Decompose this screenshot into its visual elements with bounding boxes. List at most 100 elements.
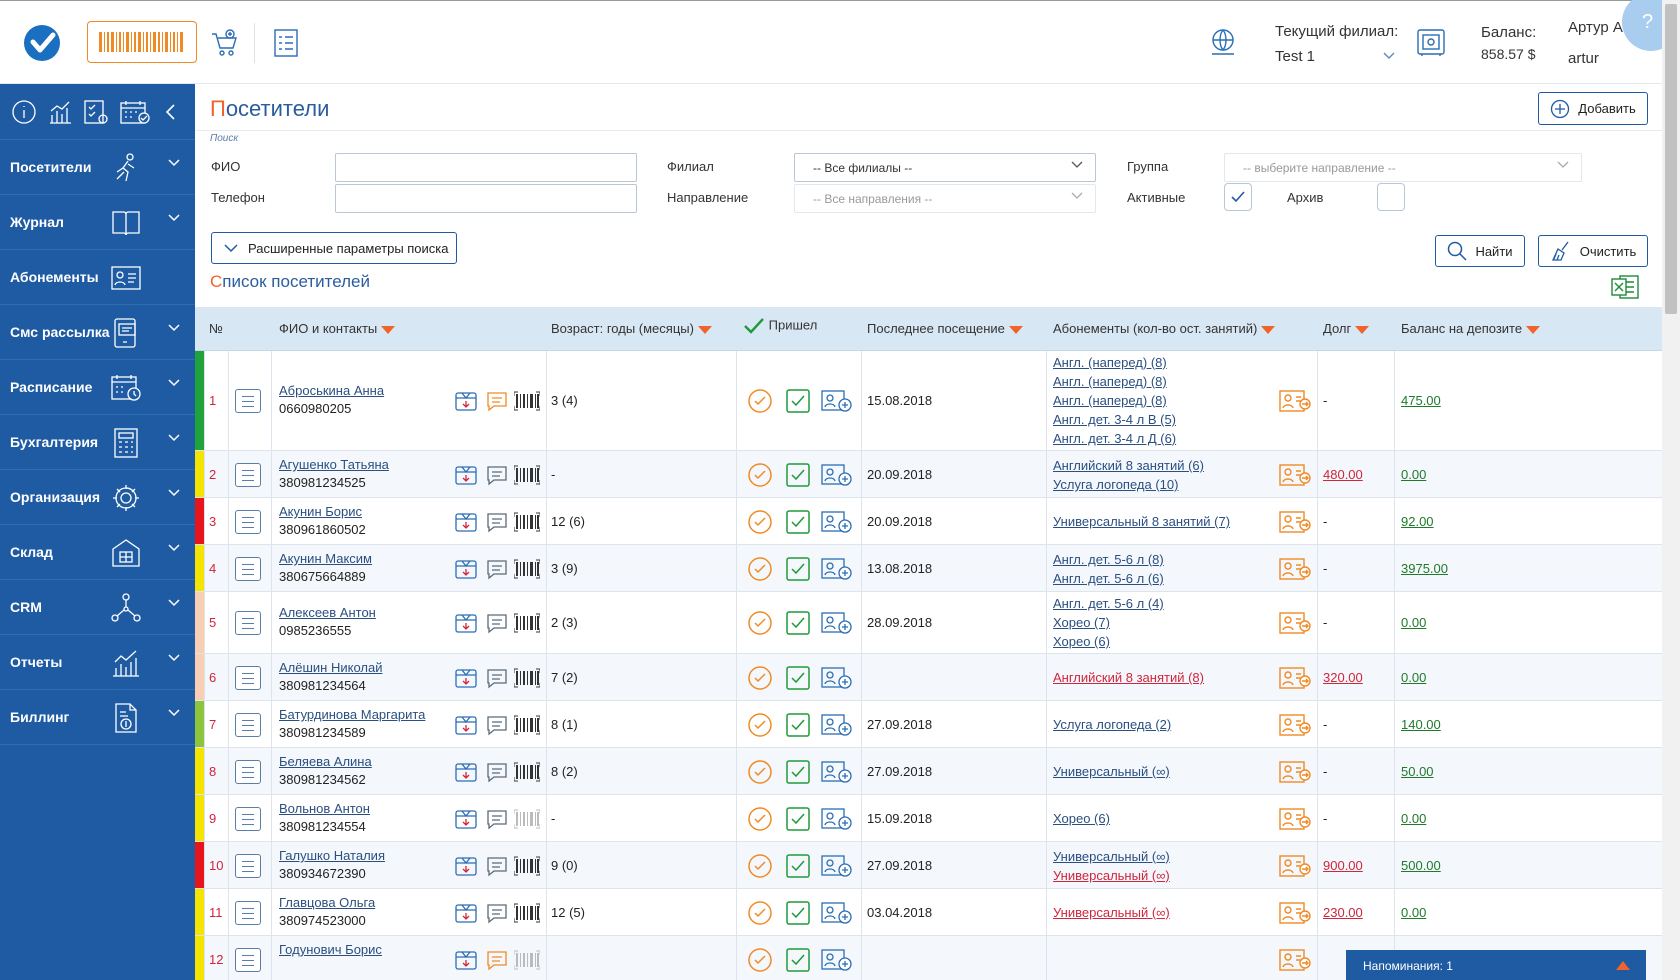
- table-row[interactable]: 11 Главцова Ольга 380974523000 12 (5) 03.04.…: [195, 889, 1662, 936]
- message-icon[interactable]: [485, 761, 509, 786]
- message-icon[interactable]: [485, 464, 509, 489]
- message-icon[interactable]: [485, 949, 509, 974]
- barcode-icon[interactable]: [513, 902, 541, 927]
- sidebar-item-accounting[interactable]: Бухгалтерия: [0, 415, 195, 470]
- subscription-link[interactable]: Английский 8 занятий (6): [1053, 456, 1204, 475]
- add-subscription-icon[interactable]: [820, 610, 852, 639]
- deposit-balance-link[interactable]: 475.00: [1401, 393, 1441, 408]
- sale-box-icon[interactable]: [454, 611, 478, 638]
- subscription-transfer-icon[interactable]: [1278, 509, 1312, 538]
- subscription-link[interactable]: Универсальный (∞): [1053, 762, 1170, 781]
- col-last-visit[interactable]: Последнее посещение: [867, 321, 1023, 336]
- mark-came-icon[interactable]: [747, 900, 773, 929]
- sidebar-item-visitors[interactable]: Посетители: [0, 140, 195, 195]
- subscription-link[interactable]: Хорео (6): [1053, 809, 1110, 828]
- branch-chevron-down-icon[interactable]: [1383, 49, 1395, 63]
- sale-box-icon[interactable]: [454, 389, 478, 416]
- add-subscription-icon[interactable]: [820, 665, 852, 694]
- add-subscription-icon[interactable]: [820, 806, 852, 835]
- scrollbar-thumb[interactable]: [1665, 4, 1677, 314]
- row-menu-icon[interactable]: [235, 807, 261, 831]
- mark-came-icon[interactable]: [747, 388, 773, 417]
- advanced-search-button[interactable]: Расширенные параметры поиска: [211, 232, 457, 264]
- table-row[interactable]: 3 Акунин Борис 380961860502 12 (6) 20.09.201…: [195, 498, 1662, 545]
- subscription-transfer-icon[interactable]: [1278, 806, 1312, 835]
- table-row[interactable]: 4 Акунин Максим 380675664889 3 (9) 13.08.201…: [195, 545, 1662, 592]
- subscription-link[interactable]: Англ. дет. 3-4 л Д (6): [1053, 429, 1176, 448]
- row-menu-icon[interactable]: [235, 510, 261, 534]
- visitor-name-link[interactable]: Галушко Наталия: [279, 848, 385, 863]
- debt-value[interactable]: 320.00: [1323, 670, 1363, 685]
- add-subscription-icon[interactable]: [820, 900, 852, 929]
- deposit-balance-link[interactable]: 0.00: [1401, 811, 1426, 826]
- table-row[interactable]: 9 Вольнов Антон 380981234554 - 15.09.2018 Хор…: [195, 795, 1662, 842]
- row-menu-icon[interactable]: [235, 713, 261, 737]
- mark-came-icon[interactable]: [747, 947, 773, 976]
- collapse-sidebar-icon[interactable]: [160, 98, 180, 126]
- barcode-icon[interactable]: [513, 949, 541, 974]
- mark-came-icon[interactable]: [747, 462, 773, 491]
- confirm-check-icon[interactable]: [785, 712, 811, 741]
- mark-came-icon[interactable]: [747, 853, 773, 882]
- barcode-icon[interactable]: [513, 714, 541, 739]
- barcode-icon[interactable]: [513, 808, 541, 833]
- table-row[interactable]: 10 Галушко Наталия 380934672390 9 (0) 27.09.…: [195, 842, 1662, 889]
- sale-box-icon[interactable]: [454, 510, 478, 537]
- barcode-scan-button[interactable]: [87, 21, 197, 63]
- add-subscription-icon[interactable]: [820, 388, 852, 417]
- direction-select[interactable]: -- Все направления --: [794, 184, 1096, 213]
- barcode-icon[interactable]: [513, 667, 541, 692]
- barcode-icon[interactable]: [513, 612, 541, 637]
- app-logo[interactable]: [24, 25, 60, 61]
- subscription-transfer-icon[interactable]: [1278, 610, 1312, 639]
- sale-box-icon[interactable]: [454, 760, 478, 787]
- table-row[interactable]: 6 Алёшин Николай 380981234564 7 (2) Английск…: [195, 654, 1662, 701]
- add-subscription-icon[interactable]: [820, 712, 852, 741]
- deposit-balance-link[interactable]: 500.00: [1401, 858, 1441, 873]
- table-row[interactable]: 5 Алексеев Антон 0985236555 2 (3) 28.09.2018…: [195, 592, 1662, 654]
- sidebar-item-crm[interactable]: CRM: [0, 580, 195, 635]
- row-menu-icon[interactable]: [235, 666, 261, 690]
- phone-input[interactable]: [335, 184, 637, 213]
- subscription-link[interactable]: Англ. дет. 5-6 л (8): [1053, 550, 1164, 569]
- message-icon[interactable]: [485, 855, 509, 880]
- visitor-name-link[interactable]: Главцова Ольга: [279, 895, 375, 910]
- clear-button[interactable]: Очистить: [1538, 235, 1648, 267]
- add-subscription-icon[interactable]: [820, 759, 852, 788]
- confirm-check-icon[interactable]: [785, 806, 811, 835]
- sidebar-item-sms[interactable]: Смс рассылка: [0, 305, 195, 360]
- sidebar-item-subscriptions[interactable]: Абонементы: [0, 250, 195, 305]
- barcode-icon[interactable]: [513, 558, 541, 583]
- row-menu-icon[interactable]: [235, 463, 261, 487]
- subscription-transfer-icon[interactable]: [1278, 556, 1312, 585]
- message-icon[interactable]: [485, 808, 509, 833]
- sale-box-icon[interactable]: [454, 901, 478, 928]
- deposit-balance-link[interactable]: 92.00: [1401, 514, 1434, 529]
- subscription-link[interactable]: Англ. (наперед) (8): [1053, 391, 1176, 410]
- visitor-name-link[interactable]: Алексеев Антон: [279, 605, 376, 620]
- visitor-name-link[interactable]: Батурдинова Маргарита: [279, 707, 425, 722]
- visitor-name-link[interactable]: Акунин Максим: [279, 551, 372, 566]
- checklist-icon[interactable]: [268, 25, 304, 61]
- branch-select[interactable]: -- Все филиалы --: [794, 153, 1096, 182]
- subscription-link[interactable]: Английский 8 занятий (8): [1053, 668, 1204, 687]
- deposit-balance-link[interactable]: 50.00: [1401, 764, 1434, 779]
- table-row[interactable]: 8 Беляева Алина 380981234562 8 (2) 27.09.201…: [195, 748, 1662, 795]
- sidebar-item-billing[interactable]: Биллинг: [0, 690, 195, 745]
- table-row[interactable]: 7 Батурдинова Маргарита 380981234589 8 (1) 2…: [195, 701, 1662, 748]
- reminders-bar[interactable]: Напоминания: 1: [1346, 950, 1646, 980]
- deposit-balance-link[interactable]: 0.00: [1401, 905, 1426, 920]
- add-subscription-icon[interactable]: [820, 462, 852, 491]
- sale-box-icon[interactable]: [454, 854, 478, 881]
- debt-value[interactable]: 900.00: [1323, 858, 1363, 873]
- confirm-check-icon[interactable]: [785, 665, 811, 694]
- mark-came-icon[interactable]: [747, 556, 773, 585]
- bar-chart-icon[interactable]: [46, 98, 74, 126]
- subscription-transfer-icon[interactable]: [1278, 900, 1312, 929]
- visitor-name-link[interactable]: Аброськина Анна: [279, 383, 384, 398]
- confirm-check-icon[interactable]: [785, 462, 811, 491]
- active-checkbox[interactable]: [1224, 183, 1252, 211]
- deposit-balance-link[interactable]: 0.00: [1401, 615, 1426, 630]
- add-visitor-button[interactable]: Добавить: [1538, 92, 1648, 125]
- archive-checkbox[interactable]: [1377, 183, 1405, 211]
